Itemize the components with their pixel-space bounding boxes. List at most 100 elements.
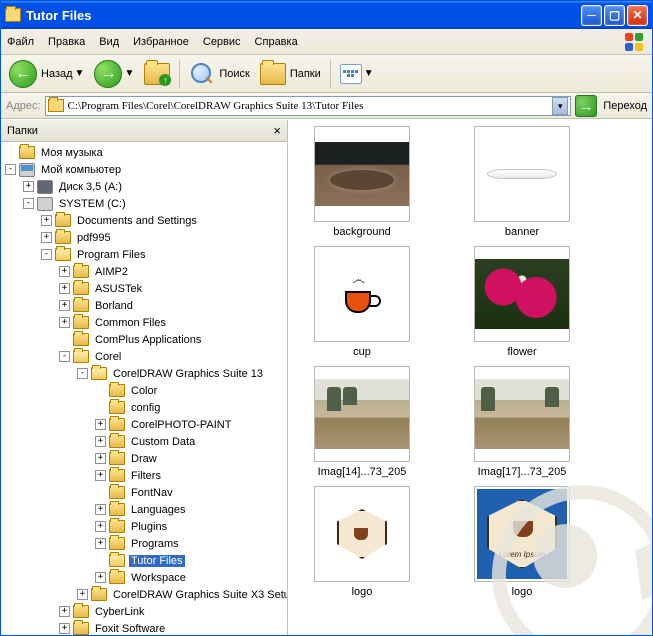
tree-toggle[interactable]: + [95, 572, 106, 583]
menu-file[interactable]: Файл [7, 36, 34, 48]
tree-label[interactable]: Color [129, 385, 159, 397]
address-dropdown-icon[interactable]: ▾ [552, 97, 568, 115]
panel-close-icon[interactable]: × [273, 123, 281, 138]
forward-dropdown-icon[interactable]: ▼ [124, 68, 134, 79]
tree-toggle[interactable]: + [95, 453, 106, 464]
menu-favorites[interactable]: Избранное [133, 36, 189, 48]
tree-label[interactable]: Plugins [129, 521, 169, 533]
tree-toggle[interactable]: + [95, 538, 106, 549]
tree-node[interactable]: + Documents and Settings [5, 212, 287, 229]
tree-toggle[interactable]: + [95, 470, 106, 481]
tree-toggle[interactable]: - [77, 368, 88, 379]
tree-label[interactable]: Моя музыка [39, 147, 105, 159]
tree-node[interactable]: + Workspace [5, 569, 287, 586]
tree-node[interactable]: - Мой компьютер [5, 161, 287, 178]
menu-help[interactable]: Справка [255, 36, 298, 48]
thumbnail[interactable]: Imag[17]...73_205 [452, 366, 592, 478]
tree-node[interactable]: +CorelPHOTO-PAINT [5, 416, 287, 433]
thumbnail[interactable]: flower [452, 246, 592, 358]
address-box[interactable]: ▾ [45, 96, 572, 116]
tree-node[interactable]: +AIMP2 [5, 263, 287, 280]
tree-node[interactable]: config [5, 399, 287, 416]
tree-label[interactable]: ASUSTek [93, 283, 144, 295]
thumbnail[interactable]: logo [292, 486, 432, 598]
minimize-button[interactable]: ─ [581, 5, 602, 26]
tree-label[interactable]: pdf995 [75, 232, 113, 244]
close-button[interactable]: ✕ [627, 5, 648, 26]
back-button[interactable]: ← Назад ▼ [5, 59, 88, 89]
tree-label[interactable]: Documents and Settings [75, 215, 199, 227]
tree-label[interactable]: Borland [93, 300, 135, 312]
tree-toggle[interactable]: + [41, 232, 52, 243]
menu-view[interactable]: Вид [99, 36, 119, 48]
tree-toggle[interactable]: + [59, 300, 70, 311]
thumbnail-grid[interactable]: backgroundbanner෴cupflowerImag[14]...73_… [288, 120, 652, 635]
tree-node[interactable]: + Languages [5, 501, 287, 518]
tree-label[interactable]: Мой компьютер [39, 164, 123, 176]
tree-node[interactable]: ComPlus Applications [5, 331, 287, 348]
titlebar[interactable]: Tutor Files ─ ▢ ✕ [1, 1, 652, 29]
tree-node[interactable]: + CyberLink [5, 603, 287, 620]
tree-label[interactable]: Custom Data [129, 436, 197, 448]
view-dropdown-icon[interactable]: ▼ [364, 68, 374, 79]
tree-label[interactable]: CorelPHOTO-PAINT [129, 419, 233, 431]
tree-node[interactable]: FontNav [5, 484, 287, 501]
tree-label[interactable]: SYSTEM (C:) [57, 198, 128, 210]
thumbnail[interactable]: Imag[14]...73_205 [292, 366, 432, 478]
tree-node[interactable]: Моя музыка [5, 144, 287, 161]
address-input[interactable] [68, 98, 551, 114]
tree-node[interactable]: + Custom Data [5, 433, 287, 450]
tree-toggle[interactable]: - [5, 164, 16, 175]
tree-node[interactable]: + Common Files [5, 314, 287, 331]
tree-toggle[interactable]: + [95, 504, 106, 515]
tree-node[interactable]: + Foxit Software [5, 620, 287, 635]
tree-toggle[interactable]: + [59, 317, 70, 328]
tree-toggle[interactable]: + [41, 215, 52, 226]
tree-toggle[interactable]: + [95, 436, 106, 447]
tree-node[interactable]: Tutor Files [5, 552, 287, 569]
menu-edit[interactable]: Правка [48, 36, 85, 48]
tree-label[interactable]: config [129, 402, 162, 414]
tree-toggle[interactable]: + [23, 181, 34, 192]
tree-label[interactable]: Draw [129, 453, 159, 465]
tree-toggle[interactable]: + [77, 589, 88, 600]
tree-node[interactable]: Color [5, 382, 287, 399]
tree-node[interactable]: + Programs [5, 535, 287, 552]
tree-node[interactable]: -SYSTEM (C:) [5, 195, 287, 212]
tree-toggle[interactable]: + [59, 283, 70, 294]
tree-label[interactable]: Programs [129, 538, 181, 550]
tree-node[interactable]: + CorelDRAW Graphics Suite X3 Setu [5, 586, 287, 603]
tree-node[interactable]: - CorelDRAW Graphics Suite 13 [5, 365, 287, 382]
tree-label[interactable]: CyberLink [93, 606, 147, 618]
tree-node[interactable]: + pdf995 [5, 229, 287, 246]
back-dropdown-icon[interactable]: ▼ [75, 68, 85, 79]
search-button[interactable]: Поиск [185, 59, 253, 89]
folder-tree[interactable]: Моя музыка-Мой компьютер+Диск 3,5 (A:)-S… [1, 142, 287, 635]
tree-node[interactable]: +Диск 3,5 (A:) [5, 178, 287, 195]
tree-label[interactable]: Program Files [75, 249, 147, 261]
thumbnail[interactable]: Lorem Ipsumlogo [452, 486, 592, 598]
folders-button[interactable]: Папки [256, 59, 325, 89]
thumbnail[interactable]: ෴cup [292, 246, 432, 358]
tree-label[interactable]: Tutor Files [129, 555, 185, 567]
view-button[interactable]: ▼ [336, 59, 378, 89]
tree-node[interactable]: + Draw [5, 450, 287, 467]
tree-label[interactable]: Common Files [93, 317, 168, 329]
tree-node[interactable]: + ASUSTek [5, 280, 287, 297]
tree-label[interactable]: CorelDRAW Graphics Suite 13 [111, 368, 265, 380]
tree-node[interactable]: -Corel [5, 348, 287, 365]
tree-toggle[interactable]: + [59, 266, 70, 277]
thumbnail[interactable]: background [292, 126, 432, 238]
tree-toggle[interactable]: + [59, 606, 70, 617]
maximize-button[interactable]: ▢ [604, 5, 625, 26]
tree-toggle[interactable]: + [95, 521, 106, 532]
forward-button[interactable]: → ▼ [90, 59, 138, 89]
tree-label[interactable]: Corel [93, 351, 123, 363]
tree-label[interactable]: Filters [129, 470, 163, 482]
tree-toggle[interactable]: + [59, 623, 70, 634]
tree-label[interactable]: Workspace [129, 572, 188, 584]
tree-label[interactable]: Foxit Software [93, 623, 167, 635]
tree-label[interactable]: CorelDRAW Graphics Suite X3 Setu [111, 589, 287, 601]
up-button[interactable] [140, 59, 174, 89]
tree-label[interactable]: Languages [129, 504, 187, 516]
